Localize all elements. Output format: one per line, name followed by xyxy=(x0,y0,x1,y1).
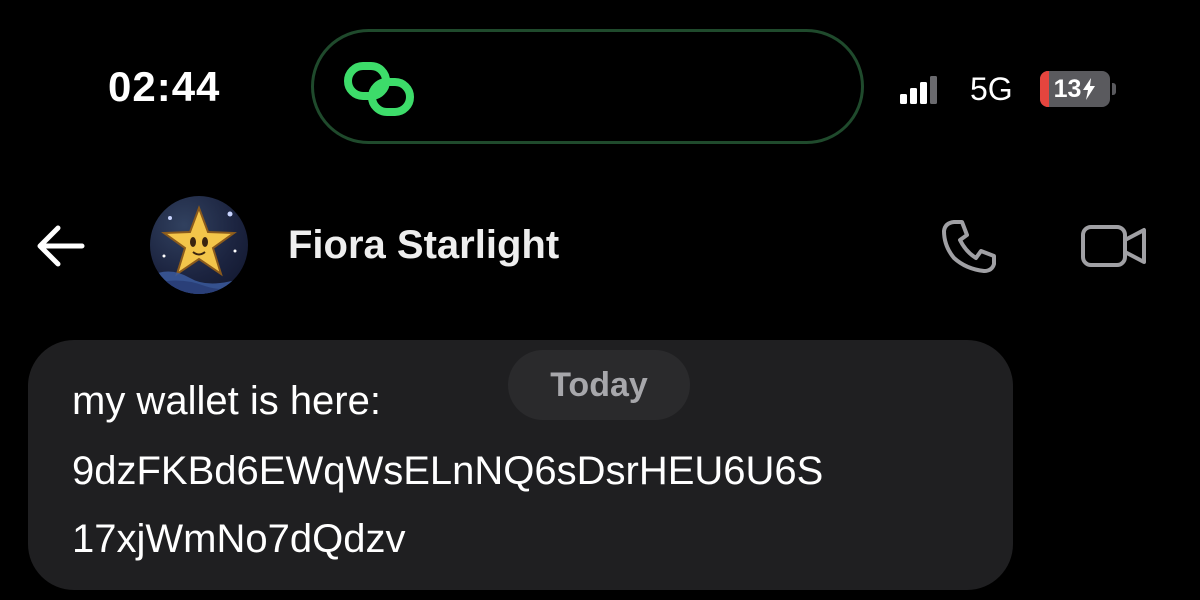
network-type: 5G xyxy=(970,71,1013,107)
contact-avatar[interactable] xyxy=(150,196,248,294)
battery-indicator: 13 xyxy=(1040,71,1110,107)
back-arrow-icon[interactable] xyxy=(32,222,88,270)
star-avatar-icon xyxy=(150,205,248,294)
message-text-line: 17xjWmNo7dQdzv xyxy=(72,517,406,561)
dynamic-island[interactable] xyxy=(311,29,864,144)
message-text-line: my wallet is here: xyxy=(72,379,381,423)
contact-name[interactable]: Fiora Starlight xyxy=(288,220,559,270)
messaging-screen: 02:44 5G 13 Fiora Starlight my wallet is… xyxy=(0,0,1200,600)
date-separator: Today xyxy=(508,350,690,420)
battery-level-text: 13 xyxy=(1053,74,1082,103)
bolt-icon xyxy=(1083,78,1096,100)
message-text-line: 9dzFKBd6EWqWsELnNQ6sDsrHEU6U6S xyxy=(72,449,824,493)
cellular-signal-icon xyxy=(900,76,937,104)
phone-icon[interactable] xyxy=(940,218,998,274)
link-rings-icon xyxy=(344,62,414,116)
status-time: 02:44 xyxy=(108,63,221,110)
video-camera-icon[interactable] xyxy=(1080,222,1148,270)
battery-nub xyxy=(1112,83,1116,95)
